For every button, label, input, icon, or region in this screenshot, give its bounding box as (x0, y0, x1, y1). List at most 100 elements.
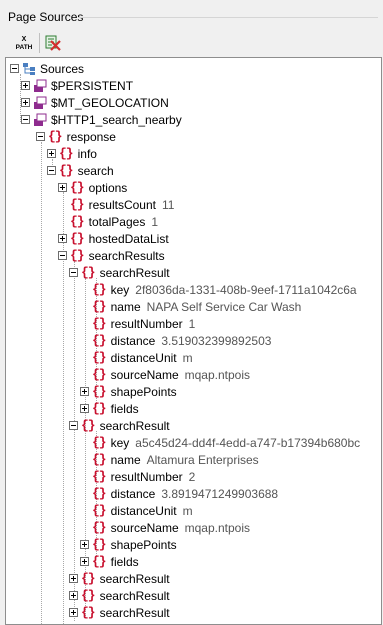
property-icon: {} (92, 435, 107, 450)
expand-toggle[interactable] (69, 591, 78, 600)
object-icon: {} (81, 418, 96, 433)
tree-node-search[interactable]: {} search (47, 162, 114, 179)
property-icon: {} (92, 350, 107, 365)
tree-node-search-result[interactable]: {} searchResult (69, 587, 170, 604)
property-icon: {} (92, 367, 107, 382)
expand-toggle[interactable] (58, 234, 67, 243)
property-icon: {} (70, 197, 85, 212)
tree-node-key[interactable]: {} key a5c45d24-dd4f-4edd-a747-b17394b68… (92, 434, 360, 451)
object-icon: {} (70, 248, 85, 263)
collapse-toggle[interactable] (69, 421, 78, 430)
svg-text:X: X (22, 36, 27, 43)
expand-toggle[interactable] (80, 540, 89, 549)
object-icon: {} (70, 180, 85, 195)
tree-node-fields[interactable]: {} fields (80, 553, 139, 570)
tree-node-search-result[interactable]: {} searchResult (69, 264, 170, 281)
tree-node-distance[interactable]: {} distance 3.519032399892503 (92, 332, 271, 349)
expand-toggle[interactable] (58, 183, 67, 192)
expand-toggle[interactable] (80, 387, 89, 396)
tree-value: m (182, 503, 193, 518)
remove-filter-icon (45, 35, 61, 51)
tree-value: 3.8919471249903688 (161, 486, 279, 501)
remove-filter-button[interactable] (42, 32, 64, 54)
tree-line (74, 261, 75, 621)
tree-node-search-result[interactable]: {} searchResult (69, 570, 170, 587)
tree-label: $HTTP1_search_nearby (51, 112, 182, 127)
expand-toggle[interactable] (47, 149, 56, 158)
tree-node-search-result[interactable]: {} searchResult (69, 604, 170, 621)
tree-node-search-results[interactable]: {} searchResults (58, 247, 165, 264)
tree-node-shape-points[interactable]: {} shapePoints (80, 383, 177, 400)
object-icon: {} (81, 265, 96, 280)
tree-label: name (110, 452, 141, 467)
tree-value: Altamura Enterprises (146, 452, 259, 467)
object-icon: {} (92, 401, 107, 416)
tree-node-response[interactable]: {} response (36, 128, 116, 145)
tree-label: resultNumber (110, 316, 183, 331)
tree-label: searchResult (99, 418, 170, 433)
collapse-toggle[interactable] (69, 268, 78, 277)
tree-node-http[interactable]: $HTTP1_search_nearby (21, 111, 182, 128)
sources-tree[interactable]: Sources $PERSISTENT $MT_GEOLOCATION $HTT… (5, 57, 382, 625)
property-icon: {} (92, 486, 107, 501)
tree-node-distance[interactable]: {} distance 3.8919471249903688 (92, 485, 278, 502)
collapse-toggle[interactable] (47, 166, 56, 175)
expand-toggle[interactable] (21, 81, 30, 90)
property-icon: {} (92, 469, 107, 484)
expand-toggle[interactable] (80, 557, 89, 566)
variable-icon (34, 79, 47, 92)
expand-toggle[interactable] (21, 98, 30, 107)
tree-node-distance-unit[interactable]: {} distanceUnit m (92, 502, 193, 519)
tree-label: fields (110, 401, 139, 416)
object-icon: {} (81, 588, 96, 603)
tree-node-sources[interactable]: Sources (10, 60, 84, 77)
xpath-button[interactable]: X PATH (13, 32, 35, 54)
tree-label: sourceName (110, 367, 179, 382)
variable-icon (34, 113, 47, 126)
tree-node-distance-unit[interactable]: {} distanceUnit m (92, 349, 193, 366)
tree-label: searchResults (88, 248, 165, 263)
tree-node-shape-points[interactable]: {} shapePoints (80, 536, 177, 553)
expand-toggle[interactable] (80, 404, 89, 413)
object-icon: {} (70, 231, 85, 246)
expand-toggle[interactable] (69, 574, 78, 583)
tree-node-options[interactable]: {} options (58, 179, 127, 196)
tree-label: distance (110, 333, 156, 348)
tree-node-results-count[interactable]: {} resultsCount 11 (70, 196, 174, 213)
sources-icon (23, 62, 35, 75)
tree-node-source-name[interactable]: {} sourceName mqap.ntpois (92, 519, 250, 536)
tree-node-persistent[interactable]: $PERSISTENT (21, 77, 133, 94)
tree-value: 2f8036da-1331-408b-9eef-1711a1042c6a (135, 282, 357, 297)
tree-node-result-number[interactable]: {} resultNumber 1 (92, 315, 195, 332)
collapse-toggle[interactable] (36, 132, 45, 141)
tree-label: searchResult (99, 588, 170, 603)
tree-label: sourceName (110, 520, 179, 535)
tree-node-hosted-data-list[interactable]: {} hostedDataList (58, 230, 169, 247)
svg-text:PATH: PATH (16, 44, 33, 51)
tree-node-total-pages[interactable]: {} totalPages 1 (70, 213, 158, 230)
tree-value: NAPA Self Service Car Wash (146, 299, 302, 314)
tree-value: 2 (188, 469, 196, 484)
object-icon: {} (59, 146, 74, 161)
tree-node-fields[interactable]: {} fields (80, 400, 139, 417)
tree-node-source-name[interactable]: {} sourceName mqap.ntpois (92, 366, 250, 383)
collapse-toggle[interactable] (10, 64, 19, 73)
tree-label: info (77, 146, 97, 161)
tree-node-result-number[interactable]: {} resultNumber 2 (92, 468, 195, 485)
tree-value: 3.519032399892503 (161, 333, 272, 348)
tree-node-info[interactable]: {} info (47, 145, 97, 162)
expand-toggle[interactable] (69, 608, 78, 617)
tree-node-key[interactable]: {} key 2f8036da-1331-408b-9eef-1711a1042… (92, 281, 357, 298)
tree-label: distanceUnit (110, 503, 177, 518)
tree-node-name[interactable]: {} name Altamura Enterprises (92, 451, 259, 468)
tree-label: distance (110, 486, 156, 501)
collapse-toggle[interactable] (58, 251, 67, 260)
tree-line (41, 142, 42, 624)
tree-value: m (182, 350, 193, 365)
tree-node-geolocation[interactable]: $MT_GEOLOCATION (21, 94, 169, 111)
tree-label: searchResult (99, 605, 170, 620)
tree-node-name[interactable]: {} name NAPA Self Service Car Wash (92, 298, 301, 315)
tree-node-search-result[interactable]: {} searchResult (69, 417, 170, 434)
property-icon: {} (92, 299, 107, 314)
collapse-toggle[interactable] (21, 115, 30, 124)
